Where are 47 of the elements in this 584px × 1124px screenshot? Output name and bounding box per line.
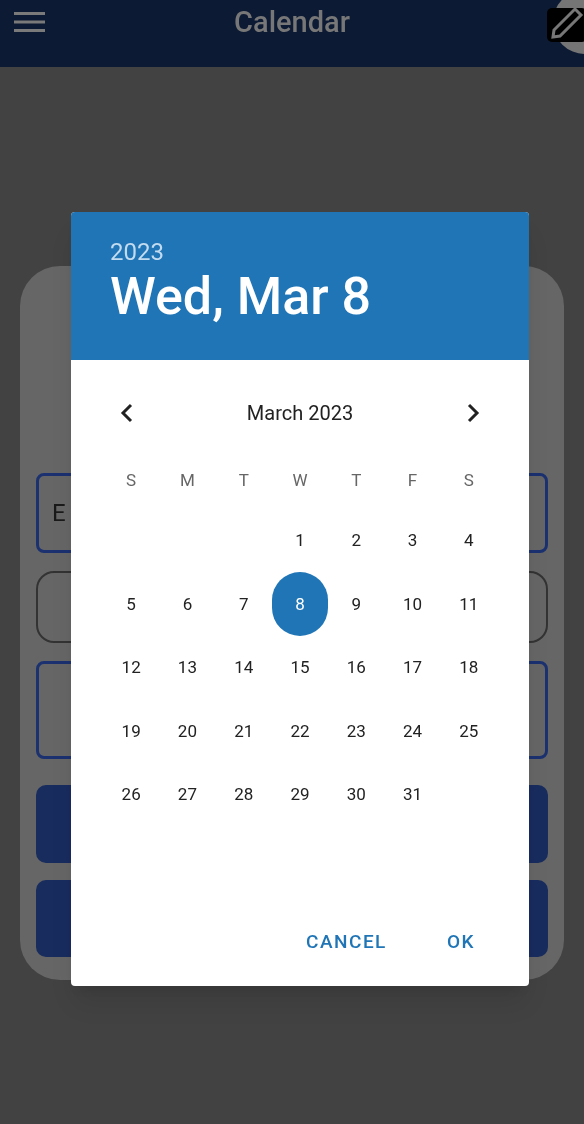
- day-button[interactable]: 28: [215, 762, 272, 827]
- day-button[interactable]: 23: [328, 699, 385, 764]
- day-button[interactable]: 3: [384, 508, 441, 573]
- day-button[interactable]: 29: [271, 762, 329, 827]
- day-button[interactable]: 9: [328, 572, 385, 637]
- chevron-left-icon[interactable]: [119, 403, 133, 423]
- day-button[interactable]: 6: [159, 572, 216, 637]
- day-button[interactable]: 18: [440, 635, 497, 700]
- day-button[interactable]: 15: [271, 635, 329, 700]
- menu-icon[interactable]: [14, 12, 45, 32]
- day-button[interactable]: 20: [159, 699, 216, 764]
- day-button[interactable]: 1: [271, 508, 329, 573]
- day-button[interactable]: 4: [440, 508, 497, 573]
- day-button[interactable]: 17: [384, 635, 441, 700]
- day-button[interactable]: 26: [103, 762, 160, 827]
- day-button[interactable]: 24: [384, 699, 441, 764]
- app-title: Calendar: [234, 3, 350, 41]
- day-button[interactable]: 12: [103, 635, 160, 700]
- day-button[interactable]: 13: [159, 635, 216, 700]
- weekday-label: S: [126, 469, 137, 493]
- dialog-button[interactable]: CANCEL: [296, 921, 397, 962]
- day-button[interactable]: 8: [271, 572, 329, 637]
- dialog-button[interactable]: OK: [436, 921, 485, 962]
- day-button[interactable]: 11: [440, 572, 497, 637]
- day-button[interactable]: 10: [384, 572, 441, 637]
- month-label: March 2023: [246, 400, 354, 427]
- chevron-right-icon[interactable]: [467, 403, 481, 423]
- day-button[interactable]: 5: [103, 572, 160, 637]
- day-button[interactable]: 27: [159, 762, 216, 827]
- day-button[interactable]: 7: [215, 572, 272, 637]
- weekday-label: W: [292, 469, 308, 493]
- weekday-label: T: [351, 469, 362, 493]
- day-button[interactable]: 2: [328, 508, 385, 573]
- field-value: E: [52, 498, 66, 529]
- weekday-label: M: [180, 469, 195, 493]
- selected-date: Wed, Mar 8: [110, 267, 373, 327]
- day-button[interactable]: 19: [103, 699, 160, 764]
- day-button[interactable]: 22: [271, 699, 329, 764]
- day-button[interactable]: 31: [384, 762, 441, 827]
- weekday-label: F: [407, 469, 418, 493]
- day-button[interactable]: 14: [215, 635, 272, 700]
- day-button[interactable]: 16: [328, 635, 385, 700]
- weekday-label: S: [463, 469, 474, 493]
- weekday-label: T: [238, 469, 249, 493]
- day-button[interactable]: 25: [440, 699, 497, 764]
- day-button[interactable]: 21: [215, 699, 272, 764]
- day-button[interactable]: 30: [328, 762, 385, 827]
